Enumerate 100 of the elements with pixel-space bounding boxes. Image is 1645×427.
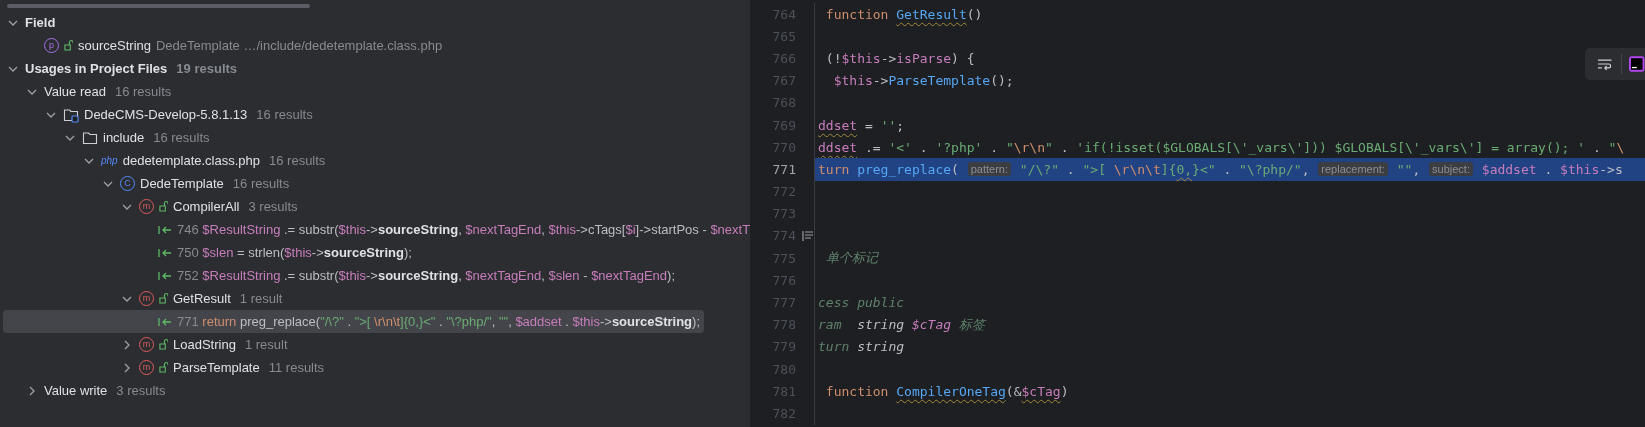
code-token: () <box>966 6 983 22</box>
code-token: ) { <box>951 50 975 66</box>
tree-item-label: Usages in Project Files <box>25 61 168 76</box>
code-token: '' <box>880 117 897 133</box>
code-token: (); <box>990 73 1014 89</box>
tree-row[interactable]: Value write 3 results <box>3 379 704 402</box>
code-token: }<" <box>1192 161 1216 177</box>
code-token: 标签 <box>957 315 985 334</box>
code-token: turn <box>818 339 851 355</box>
code-token: 0, <box>1176 161 1193 177</box>
code-token: $this <box>841 50 881 66</box>
arrow-icon <box>158 316 172 327</box>
php-file-icon: php <box>101 155 118 166</box>
tree-row[interactable]: php dedetemplate.class.php 16 results <box>3 149 704 172</box>
tree-row[interactable]: m LoadString 1 result <box>3 333 704 356</box>
tree-item-label: ParseTemplate <box>173 360 260 375</box>
soft-wrap-icon[interactable] <box>1597 56 1613 72</box>
code-token: , <box>1412 161 1422 177</box>
chevron-right-icon[interactable] <box>27 385 37 396</box>
horizontal-scrollbar[interactable] <box>7 4 310 8</box>
result-count: 16 results <box>153 130 210 145</box>
unlocked-icon <box>159 362 168 373</box>
tree-row[interactable]: 746 $ResultString .= substr($this->sourceString, $nextTagEnd, $this->cTags[$i]->startPos - $nextT <box>3 218 750 241</box>
code-token: \ <box>1616 139 1625 155</box>
code-token: . <box>1059 139 1070 155</box>
folder-icon <box>82 129 98 146</box>
selected-tree-row[interactable]: 771 return preg_replace("/\?" . ">[ \r\n\t]{0,}<" . "\?php/", "", $addset . $this->sourceString); <box>3 310 704 333</box>
tree-item-label: LoadString <box>173 337 236 352</box>
result-count: 16 results <box>269 153 326 168</box>
tree-row[interactable]: include 16 results <box>3 126 704 149</box>
inlay-hint: subject: <box>1429 162 1473 177</box>
code-token: string <box>857 317 906 333</box>
code-token: preg_replace <box>857 161 952 177</box>
tree-item-label: sourceString <box>78 38 151 53</box>
code-token: . <box>1222 161 1233 177</box>
code-token: ddset <box>818 139 858 155</box>
result-count: 11 results <box>268 360 325 375</box>
code-token: '<' <box>888 139 912 155</box>
tree-row[interactable]: m GetResult 1 result <box>3 287 704 310</box>
result-count: 19 results <box>176 61 238 76</box>
usage-line: 771 return preg_replace("/\?" . ">[ \r\n\t]{0,}<" . "\?php/", "", $addset . $this->sourceString); <box>177 314 700 329</box>
tree-item-label: CompilerAll <box>173 199 240 214</box>
code-token: " <box>1045 139 1053 155</box>
code-token: string <box>857 339 905 355</box>
unlocked-icon <box>159 339 168 350</box>
code-token: \r\n\t <box>1113 161 1161 177</box>
code-token: $this <box>1560 161 1600 177</box>
arrow-icon <box>158 224 172 235</box>
unlocked-icon <box>64 40 73 51</box>
line-number: 771 <box>772 161 796 177</box>
chevron-right-icon[interactable] <box>122 362 132 373</box>
tree-item-label: Value write <box>44 383 108 398</box>
field-detail: DedeTemplate …/include/dedetemplate.class.php <box>156 38 443 53</box>
result-count: 16 results <box>256 107 313 122</box>
tree-row[interactable]: p sourceString DedeTemplate …/include/dedetemplate.class.php <box>3 34 704 57</box>
tree-row[interactable]: 752 $ResultString .= substr($this->sourceString, $nextTagEnd, $slen - $nextTagEnd); <box>3 264 704 287</box>
result-count: 1 result <box>244 337 288 352</box>
chevron-right-icon[interactable] <box>122 339 132 350</box>
result-count: 16 results <box>232 176 290 191</box>
code-token: ->s <box>1599 161 1623 177</box>
code-token: function <box>824 6 890 22</box>
code-token: CompilerOneTag <box>896 383 1006 399</box>
code-token: $this <box>832 73 873 89</box>
module-folder-icon <box>63 106 79 123</box>
result-count: 3 results <box>116 383 166 398</box>
code-token: ( <box>951 161 960 177</box>
code-token: ) <box>1060 383 1069 399</box>
code-token: GetResult <box>896 6 967 22</box>
code-token: " <box>1608 139 1617 155</box>
code-token: ; <box>896 117 905 133</box>
code-token: cess public <box>818 295 905 311</box>
tree-row[interactable]: Usages in Project Files 19 results <box>3 57 704 80</box>
app-logo-icon[interactable] <box>1629 56 1645 72</box>
tree-item-label: DedeCMS-Develop-5.8.1.13 <box>84 107 248 122</box>
code-token: "\?php/" <box>1239 161 1302 177</box>
tree-row[interactable]: Field <box>3 11 704 34</box>
code-token: $cTag <box>911 317 952 333</box>
code-token: . <box>1065 161 1076 177</box>
code-token: ddset <box>818 117 858 133</box>
tree-row[interactable]: Value read 16 results <box>3 80 704 103</box>
usage-line: 746 $ResultString .= substr($this->sourceString, $nextTagEnd, $this->cTags[$i]->startPos - $nextT <box>177 222 750 237</box>
code-token: '?php' <box>935 139 983 155</box>
code-token: "/\?" <box>1018 161 1059 177</box>
code-token: "" <box>1395 161 1413 177</box>
inlay-hint: pattern: <box>967 162 1012 177</box>
tree-row[interactable]: DedeCMS-Develop-5.8.1.13 16 results <box>3 103 704 126</box>
tree-row[interactable]: m CompilerAll 3 results <box>3 195 704 218</box>
unlocked-icon <box>159 293 168 304</box>
tree-row[interactable]: m ParseTemplate 11 results <box>3 356 704 379</box>
result-count: 3 results <box>248 199 298 214</box>
code-token: , <box>1301 161 1311 177</box>
code-token: . <box>989 139 1000 155</box>
tree-item-label: include <box>103 130 145 145</box>
tree-row[interactable]: C DedeTemplate 16 results <box>3 172 704 195</box>
tree-row[interactable]: 750 $slen = strlen($this->sourceString); <box>3 241 704 264</box>
tree-item-label: DedeTemplate <box>140 176 224 191</box>
code-token: . <box>1591 139 1602 155</box>
result-count: 1 result <box>239 291 283 306</box>
tree-item-label: Field <box>25 15 56 30</box>
doc-render-icon[interactable] <box>802 229 814 242</box>
